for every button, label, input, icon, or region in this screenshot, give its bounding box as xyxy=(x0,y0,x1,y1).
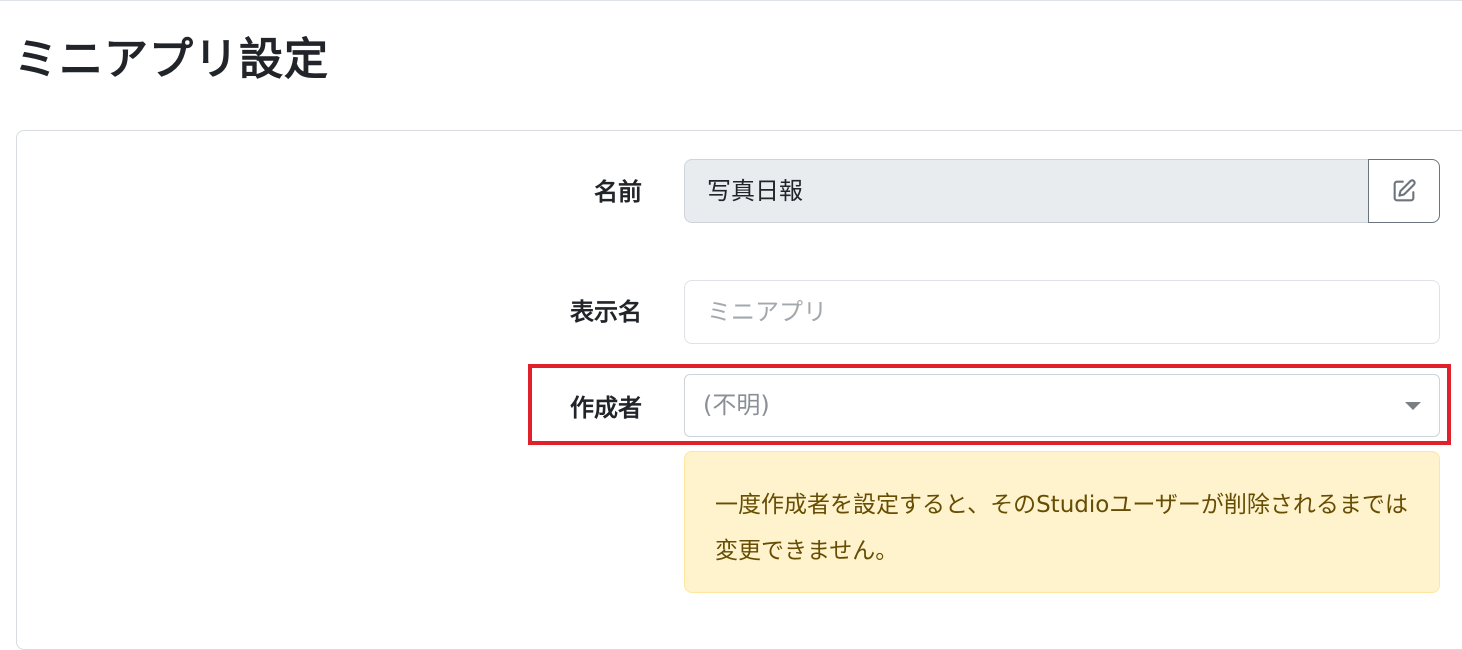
edit-square-icon xyxy=(1393,179,1416,202)
page-title: ミニアプリ設定 xyxy=(14,34,329,85)
edit-name-button[interactable] xyxy=(1368,159,1440,223)
creator-warning-text: 一度作成者を設定すると、そのStudioユーザーが削除されるまでは変更できません… xyxy=(715,492,1408,564)
name-label: 名前 xyxy=(594,178,642,206)
display-name-input[interactable] xyxy=(684,280,1440,344)
display-name-label: 表示名 xyxy=(570,298,642,326)
top-divider xyxy=(0,0,1462,1)
annotation-highlight-box xyxy=(528,364,1451,445)
creator-warning-alert: 一度作成者を設定すると、そのStudioユーザーが削除されるまでは変更できません… xyxy=(684,451,1440,593)
name-readonly-field: 写真日報 xyxy=(684,159,1370,223)
